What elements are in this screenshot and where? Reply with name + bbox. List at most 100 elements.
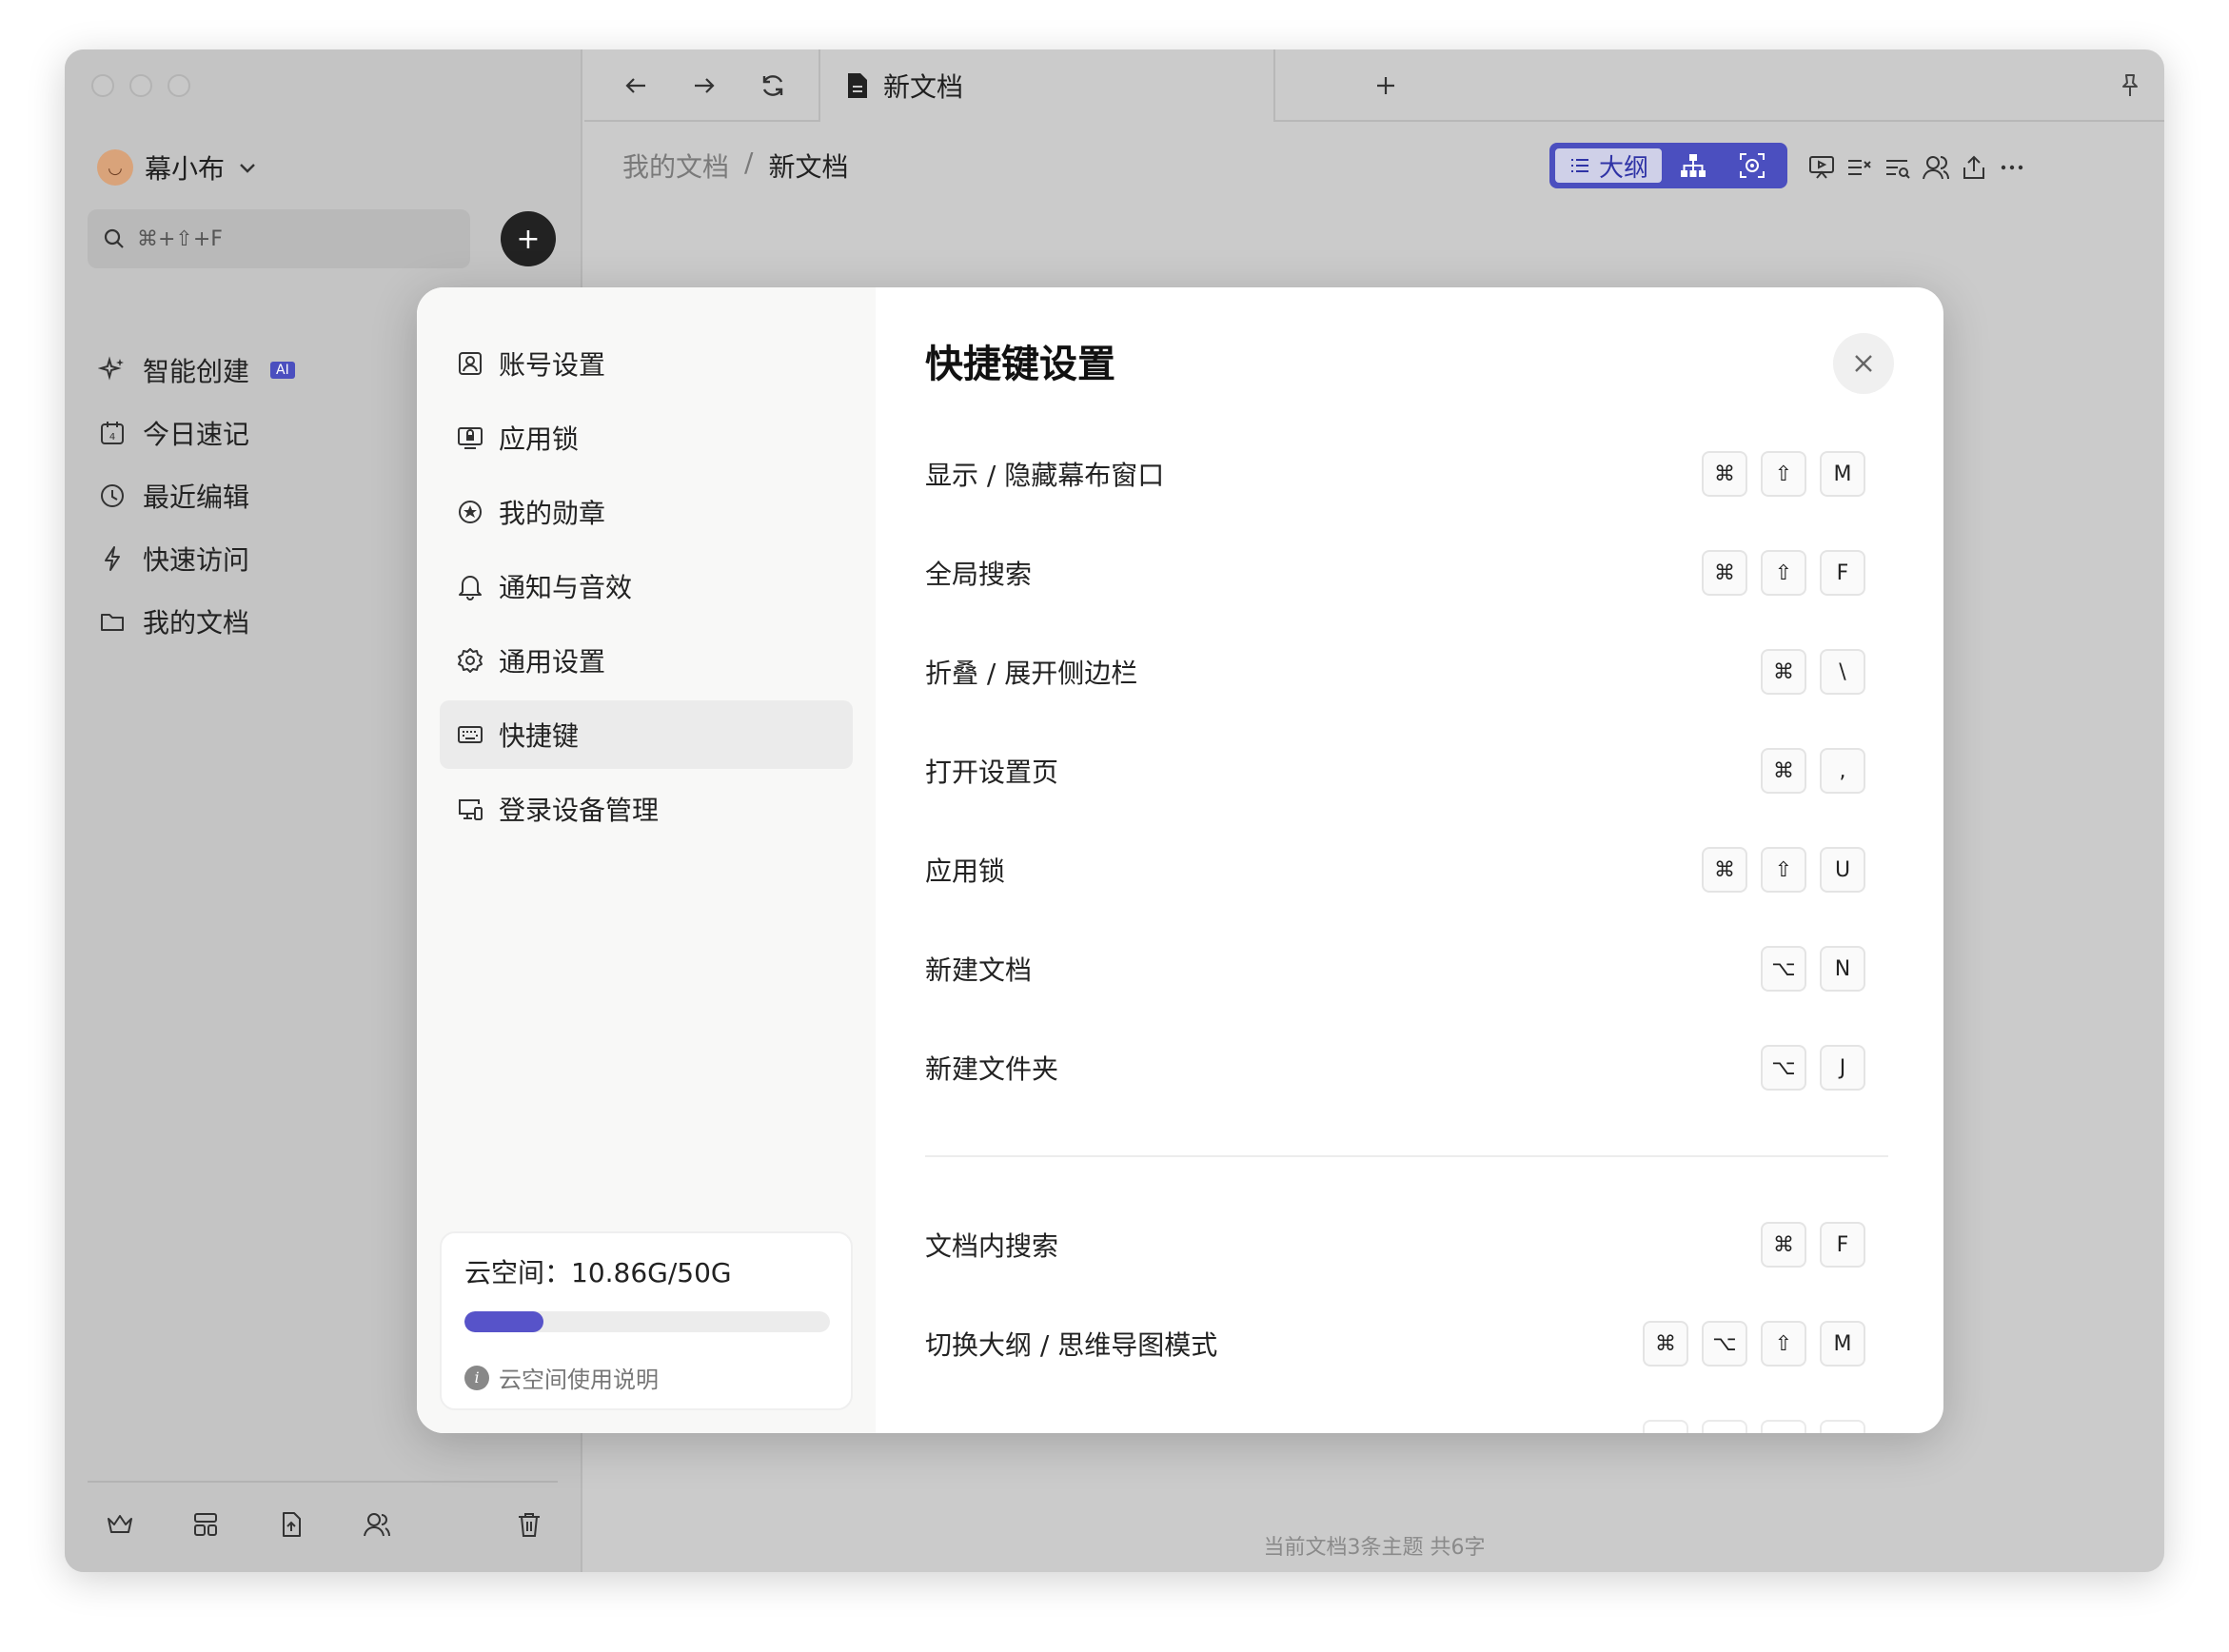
- more-button[interactable]: [1993, 148, 2031, 187]
- shortcut-keys[interactable]: ⌘ ⌥ ⇧ M: [1643, 1321, 1865, 1367]
- divider: [925, 1155, 1888, 1157]
- shortcut-keys[interactable]: ⌘ ⇧ F: [1702, 550, 1865, 596]
- key-cap: N: [1820, 946, 1865, 992]
- trash-icon[interactable]: [510, 1505, 548, 1544]
- create-button[interactable]: +: [501, 211, 556, 266]
- key-cap: ⇧: [1761, 1321, 1806, 1367]
- zoom-window-button[interactable]: [168, 74, 190, 97]
- settings-item-general[interactable]: 通用设置: [440, 626, 853, 695]
- collapse-list-icon: [1845, 153, 1874, 182]
- share-button[interactable]: [1955, 148, 1993, 187]
- breadcrumb-root[interactable]: 我的文档: [622, 147, 729, 185]
- pin-icon[interactable]: [2111, 67, 2149, 105]
- key-cap: U: [1820, 847, 1865, 893]
- key-cap: ⇧: [1761, 550, 1806, 596]
- shortcut-label: 新建文件夹: [925, 1053, 1059, 1085]
- outline-mode-button[interactable]: 大纲: [1553, 147, 1664, 185]
- mindmap-mode-button[interactable]: [1664, 147, 1723, 185]
- breadcrumb: 我的文档 / 新文档: [622, 147, 848, 185]
- settings-item-shortcuts[interactable]: 快捷键: [440, 700, 853, 769]
- settings-item-label: 登录设备管理: [499, 795, 660, 826]
- chevron-down-icon: [236, 156, 259, 179]
- settings-item-notifications[interactable]: 通知与音效: [440, 552, 853, 620]
- storage-progress: [464, 1311, 830, 1332]
- shortcut-keys[interactable]: ⌘ \: [1761, 649, 1865, 695]
- crown-icon[interactable]: [101, 1505, 139, 1544]
- sidebar-item-label: 最近编辑: [143, 482, 250, 513]
- status-bar: 当前文档3条主题 共6字: [1263, 1536, 1486, 1560]
- ai-view-button[interactable]: [1723, 147, 1782, 185]
- minimize-window-button[interactable]: [129, 74, 152, 97]
- settings-item-label: 应用锁: [499, 423, 580, 455]
- sidebar-nav: 智能创建 AI 4 今日速记 最近编辑 快速访问 我的文档: [97, 339, 295, 653]
- devices-icon: [455, 794, 485, 824]
- doc-search-button[interactable]: [1879, 148, 1917, 187]
- breadcrumb-separator: /: [744, 147, 754, 178]
- key-cap: F: [1820, 1222, 1865, 1268]
- search-icon: [103, 227, 126, 250]
- shortcut-keys[interactable]: ⌥ N: [1761, 946, 1865, 992]
- key-cap: [1702, 1420, 1747, 1433]
- shortcut-keys[interactable]: ⌘ F: [1761, 1222, 1865, 1268]
- sidebar-item-label: 智能创建: [143, 356, 250, 387]
- gear-icon: [455, 645, 485, 676]
- close-window-button[interactable]: [91, 74, 114, 97]
- search-list-icon: [1884, 153, 1912, 182]
- storage-help-link[interactable]: i 云空间使用说明: [464, 1361, 828, 1394]
- shortcut-label: 新建文档: [925, 954, 1033, 986]
- search-input[interactable]: ⌘+⇧+F: [88, 209, 470, 268]
- collaborate-button[interactable]: [1917, 148, 1955, 187]
- new-tab-button[interactable]: [1367, 67, 1405, 105]
- presentation-icon: [1807, 153, 1836, 182]
- settings-item-medals[interactable]: 我的勋章: [440, 478, 853, 546]
- shortcut-row: 折叠 / 展开侧边栏 ⌘ \: [925, 622, 1888, 721]
- users-icon[interactable]: [358, 1505, 396, 1544]
- template-icon[interactable]: [187, 1505, 225, 1544]
- settings-item-account[interactable]: 账号设置: [440, 329, 853, 398]
- sidebar-item-today-notes[interactable]: 4 今日速记: [97, 402, 295, 464]
- refresh-button[interactable]: [754, 67, 792, 105]
- account-icon: [455, 348, 485, 379]
- back-button[interactable]: [617, 67, 655, 105]
- settings-item-label: 快捷键: [499, 720, 580, 752]
- shortcut-row: 显示 / 隐藏幕布窗口 ⌘ ⇧ M: [925, 424, 1888, 523]
- close-button[interactable]: [1833, 333, 1894, 394]
- shortcut-row: 新建文件夹 ⌥ J: [925, 1018, 1888, 1117]
- tab-new-document[interactable]: 新文档: [819, 49, 1275, 122]
- sidebar-item-ai-create[interactable]: 智能创建 AI: [97, 339, 295, 402]
- app-window: ◡ 幕小布 ⌘+⇧+F + 智能创建 AI 4 今日速记 最近编辑 快速访问 我…: [65, 49, 2164, 1572]
- bell-icon: [455, 571, 485, 601]
- shortcut-keys[interactable]: ⌥ J: [1761, 1045, 1865, 1091]
- present-button[interactable]: [1803, 148, 1841, 187]
- collapse-all-button[interactable]: [1841, 148, 1879, 187]
- shortcut-label: 切换大纲 / 思维导图模式: [925, 1329, 1218, 1361]
- key-cap: ⌘: [1643, 1321, 1688, 1367]
- key-cap: ⌘: [1761, 748, 1806, 794]
- view-mode-switch: 大纲: [1549, 143, 1787, 188]
- shortcut-keys[interactable]: ⌘ ⇧ U: [1702, 847, 1865, 893]
- storage-progress-fill: [464, 1311, 544, 1332]
- settings-item-label: 通知与音效: [499, 572, 633, 603]
- settings-item-devices[interactable]: 登录设备管理: [440, 775, 853, 843]
- forward-button[interactable]: [685, 67, 723, 105]
- settings-nav: 账号设置 应用锁 我的勋章 通知与音效 通用设置 快捷键 登录设备管理 云空间：…: [417, 287, 876, 1433]
- import-icon[interactable]: [272, 1505, 310, 1544]
- shortcut-row: 打开设置页 ⌘,: [925, 721, 1888, 820]
- settings-item-label: 通用设置: [499, 646, 606, 678]
- key-cap: ⌥: [1702, 1321, 1747, 1367]
- user-menu[interactable]: ◡ 幕小布: [97, 148, 259, 187]
- sidebar-item-label: 我的文档: [143, 607, 250, 639]
- key-cap: M: [1820, 1321, 1865, 1367]
- shortcut-keys[interactable]: ⌘ ⇧ M: [1702, 451, 1865, 497]
- sidebar-item-recent[interactable]: 最近编辑: [97, 464, 295, 527]
- key-cap: J: [1820, 1045, 1865, 1091]
- settings-item-app-lock[interactable]: 应用锁: [440, 403, 853, 472]
- document-icon: [845, 71, 870, 100]
- shortcut-keys[interactable]: ⌘,: [1761, 748, 1865, 794]
- key-cap: \: [1820, 649, 1865, 695]
- sidebar-item-quick-access[interactable]: 快速访问: [97, 527, 295, 590]
- shortcut-row: 应用锁 ⌘ ⇧ U: [925, 820, 1888, 919]
- sidebar-item-my-docs[interactable]: 我的文档: [97, 590, 295, 653]
- close-icon: [1850, 350, 1877, 377]
- key-cap: ⇧: [1761, 451, 1806, 497]
